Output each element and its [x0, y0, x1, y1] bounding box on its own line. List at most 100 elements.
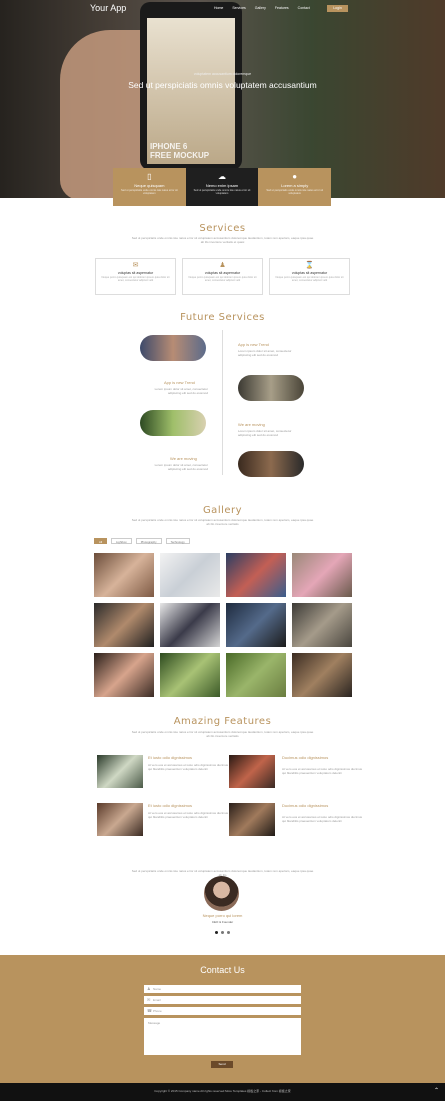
gallery-image-grass[interactable]: [226, 653, 286, 697]
chevron-up-icon[interactable]: ⌃: [432, 1087, 441, 1096]
feature-image-3: [97, 803, 143, 836]
feature-image-1: [97, 755, 143, 788]
avatar: [204, 876, 239, 911]
future-label-3: We are moving: [238, 422, 265, 427]
future-image-1: [140, 335, 206, 361]
logo[interactable]: Your App: [90, 3, 126, 13]
carousel-dot-3[interactable]: [227, 931, 230, 934]
future-services-title: Future Services: [180, 312, 265, 323]
future-label-2: App is new Trend: [164, 380, 195, 385]
tile-desc: Sed ut perspiciatis unde omnis iste natu…: [193, 189, 251, 196]
amazing-features-title: Amazing Features: [173, 716, 272, 727]
filter-photography[interactable]: Photography: [135, 538, 162, 544]
testimonial-name: Neque porro qui lorem: [202, 913, 243, 918]
envelope-icon: ✉: [147, 997, 151, 1002]
apple-icon: ●: [292, 172, 298, 181]
gallery-grid: [94, 553, 352, 697]
future-desc-2: Lorem ipsum dolor sit amet, consectetur …: [154, 387, 208, 395]
feature-title-4: Ducimus odio dignissimos: [282, 803, 329, 808]
future-label-4: We are moving: [170, 456, 197, 461]
filter-lightbox[interactable]: Lightbox: [111, 538, 132, 544]
navbar: Your App Home Services Gallery Features …: [0, 0, 445, 20]
nav-menu: Home Services Gallery Features Contact: [214, 6, 310, 10]
gallery-image-imac[interactable]: [160, 603, 220, 647]
feature-image-2: [229, 755, 275, 788]
future-desc-4: Lorem ipsum dolor sit amet, consectetur …: [154, 463, 208, 471]
feature-title-3: Et iusto odio dignissimos: [148, 803, 193, 808]
nav-item-home[interactable]: Home: [214, 6, 223, 10]
phone-icon: ☎: [147, 1008, 152, 1013]
gallery-image-phone-app[interactable]: [94, 653, 154, 697]
gallery-filters: All Lightbox Photography Technology: [94, 538, 190, 544]
gallery-image-desk[interactable]: [160, 553, 220, 597]
footer-copyright: Copyright © 2015 Company name All rights…: [154, 1089, 291, 1093]
nav-item-features[interactable]: Features: [275, 6, 289, 10]
gallery-image-phone-hand[interactable]: [94, 603, 154, 647]
feature-image-4: [229, 803, 275, 836]
filter-technology[interactable]: Technology: [165, 538, 190, 544]
hourglass-icon: ⌛: [305, 262, 314, 269]
future-label-1: App is new Trend: [238, 342, 269, 347]
future-image-4: [238, 451, 304, 477]
nav-item-contact[interactable]: Contact: [298, 6, 310, 10]
cloud-upload-icon: ☁: [218, 172, 226, 181]
service-desc: Neque porro quisquam est qui dolorem ips…: [275, 276, 344, 283]
footer: Copyright © 2015 Company name All rights…: [0, 1083, 445, 1101]
nav-item-gallery[interactable]: Gallery: [255, 6, 266, 10]
feature-title-1: Et iusto odio dignissimos: [148, 755, 193, 760]
gallery-image-woman-phone[interactable]: [94, 553, 154, 597]
future-image-2: [238, 375, 304, 401]
amazing-features-intro: Sed ut perspiciatis unde omnis iste natu…: [131, 730, 314, 738]
hero-kicker: voluptatem accusantium doloremque: [193, 72, 252, 76]
contact-title: Contact Us: [200, 965, 245, 975]
tile-3[interactable]: ● Lorem a simply Sed ut perspiciatis und…: [258, 168, 332, 206]
screen-text: IPHONE 6 FREE MOCKUP: [150, 142, 210, 160]
hero-title: Sed ut perspiciatis omnis voluptatem acc…: [128, 80, 317, 90]
user-icon: ♟: [219, 262, 226, 269]
gallery-image-laptop[interactable]: [226, 603, 286, 647]
nav-item-services[interactable]: Services: [232, 6, 245, 10]
feature-title-2: Ducimus odio dignissimos: [282, 755, 329, 760]
testimonial-role: CEO & Founder: [211, 920, 234, 924]
contact-section: Contact Us ♟ Name ✉ Email ☎ Phone Messag…: [0, 955, 445, 1083]
carousel-dot-1[interactable]: [215, 931, 218, 934]
future-image-3: [140, 410, 206, 436]
envelope-icon: ✉: [132, 262, 139, 269]
services-title: Services: [199, 223, 246, 234]
gallery-intro: Sed ut perspiciatis unde omnis iste natu…: [131, 518, 314, 526]
email-field[interactable]: Email: [144, 996, 301, 1004]
user-icon: ♟: [147, 986, 151, 991]
name-field[interactable]: Name: [144, 985, 301, 993]
phone-field[interactable]: Phone: [144, 1007, 301, 1015]
feature-desc-1: At vero eos et accusamus et iusto odio d…: [148, 763, 229, 771]
service-card-1: ✉ voluptas sit aspernatur Neque porro qu…: [95, 258, 176, 295]
future-desc-1: Lorem ipsum dolor sit amet, consectetur …: [238, 349, 292, 357]
gallery-image-hands-phone[interactable]: [226, 553, 286, 597]
phone-icon: ▯: [147, 172, 152, 181]
gallery-image-watch[interactable]: [292, 653, 352, 697]
feature-desc-4: At vero eos et accusamus et iusto odio d…: [282, 815, 363, 823]
service-card-3: ⌛ voluptas sit aspernatur Neque porro qu…: [269, 258, 350, 295]
gallery-image-woman-pink[interactable]: [292, 553, 352, 597]
gallery-title: Gallery: [202, 505, 243, 516]
timeline-line: [222, 330, 223, 475]
services-intro: Sed ut perspiciatis unde omnis iste natu…: [131, 236, 314, 244]
service-desc: Neque porro quisquam est qui dolorem ips…: [101, 276, 170, 283]
service-card-2: ♟ voluptas sit aspernatur Neque porro qu…: [182, 258, 263, 295]
tile-desc: Sed ut perspiciatis unde omnis iste natu…: [121, 189, 178, 196]
login-button[interactable]: Login: [327, 5, 348, 12]
message-field[interactable]: Message: [144, 1018, 301, 1055]
tile-2[interactable]: ☁ Nemo enim ipsam Sed ut perspiciatis un…: [185, 168, 259, 206]
tile-desc: Sed ut perspiciatis unde omnis iste natu…: [266, 189, 324, 196]
service-desc: Neque porro quisquam est qui dolorem ips…: [188, 276, 257, 283]
filter-all[interactable]: All: [94, 538, 108, 544]
tile-1[interactable]: ▯ Neque quisquam Sed ut perspiciatis und…: [113, 168, 186, 206]
gallery-image-plants[interactable]: [160, 653, 220, 697]
feature-desc-2: At vero eos et accusamus et iusto odio d…: [282, 767, 363, 775]
carousel-dots: [215, 931, 230, 934]
feature-tiles: ▯ Neque quisquam Sed ut perspiciatis und…: [113, 168, 332, 206]
gallery-image-typing[interactable]: [292, 603, 352, 647]
send-button[interactable]: Send: [211, 1061, 233, 1068]
carousel-dot-2[interactable]: [221, 931, 224, 934]
feature-desc-3: At vero eos et accusamus et iusto odio d…: [148, 811, 229, 819]
